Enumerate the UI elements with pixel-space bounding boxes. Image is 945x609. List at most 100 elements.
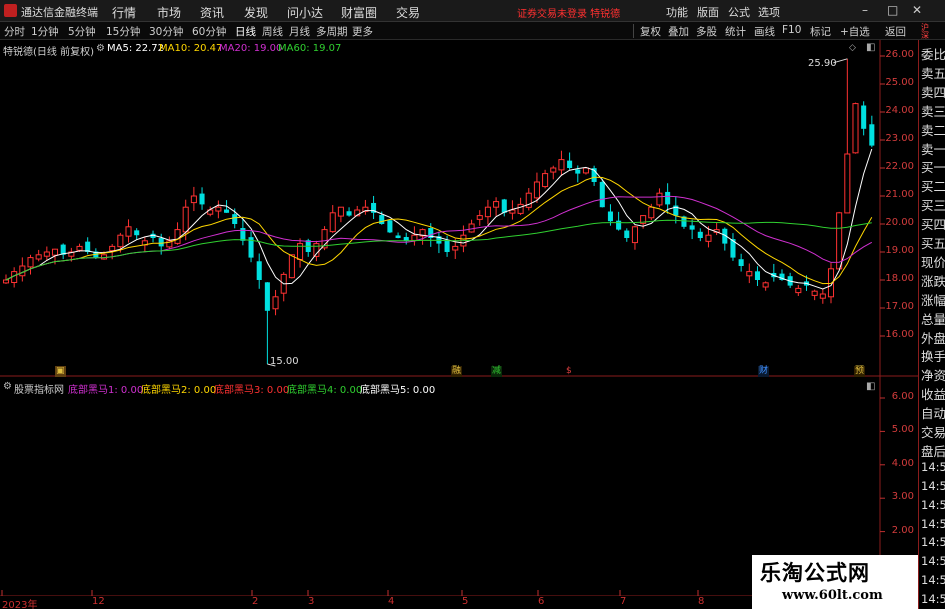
indicator-legend: ⚙ 股票指标网 底部黑马1: 0.00 底部黑马2: 0.00 底部黑马3: 0… [0, 380, 880, 396]
side-panel-item[interactable]: 涨跌 [921, 271, 945, 290]
candle-body [100, 254, 108, 260]
side-panel-item[interactable]: 换手 [921, 346, 945, 365]
candle-body [272, 296, 279, 310]
indicator-tick-label: 6.00 [891, 391, 914, 402]
side-panel-item[interactable]: 卖四 [921, 82, 945, 101]
event-marker-cai[interactable]: 财 [758, 366, 770, 377]
side-panel-item[interactable]: 卖三 [921, 101, 945, 120]
indicator-gear-icon[interactable]: ⚙ [3, 381, 12, 392]
candle-body [174, 229, 181, 244]
candle-body [631, 226, 638, 244]
side-panel-item[interactable]: 自动 [921, 403, 945, 422]
indicator-tick-label: 4.00 [891, 457, 914, 469]
candle-body [224, 209, 230, 213]
candle-body [158, 238, 164, 247]
price-tick-label: 19.00 [885, 245, 914, 256]
candle-body [109, 245, 116, 252]
side-panel-item[interactable]: 14:5 [921, 498, 945, 512]
side-panel-item[interactable]: 14:5 [921, 517, 945, 531]
side-panel-item[interactable]: 涨幅 [921, 290, 945, 309]
date-tick-label: 3 [308, 596, 315, 607]
candle-body [738, 259, 744, 266]
candle-body [648, 206, 655, 219]
candle-body [484, 206, 491, 218]
side-panel-item[interactable]: 卖一 [921, 139, 945, 158]
side-panel-item[interactable]: 买四 [921, 214, 945, 233]
candle-body [811, 290, 818, 296]
high-price-marker: 25.90 [808, 58, 837, 69]
candle-body [624, 230, 630, 238]
candle-body [746, 271, 753, 277]
candle-body [387, 220, 393, 233]
candle-body [762, 282, 769, 288]
indicator-line-5: 底部黑马5: 0.00 [360, 385, 436, 396]
low-price-marker: 15.00 [270, 356, 299, 367]
side-panel-item[interactable]: 14:5 [921, 479, 945, 493]
price-tick-label: 24.00 [885, 105, 914, 116]
candle-body [27, 257, 34, 268]
candle-body [264, 282, 270, 311]
event-marker-dollar[interactable]: $ [565, 366, 573, 377]
candle-body [795, 287, 802, 294]
candle-body [656, 192, 663, 206]
side-panel-item[interactable]: 外盘 [921, 328, 945, 347]
side-panel-item[interactable]: 14:5 [921, 460, 945, 474]
watermark-title: 乐淘公式网 [760, 560, 870, 585]
side-panel-item[interactable]: 卖五 [921, 63, 945, 82]
candle-body [337, 206, 344, 217]
side-panel-item[interactable]: 收益 [921, 384, 945, 403]
candle-body [558, 159, 565, 171]
panel-toggle-icon[interactable]: ◧ [866, 42, 875, 53]
side-panel-item[interactable]: 买三 [921, 195, 945, 214]
candle-body [232, 214, 238, 224]
candle-body [852, 103, 859, 154]
candle-body [125, 226, 132, 237]
candle-body [256, 261, 262, 280]
event-marker[interactable]: ▣ [55, 366, 66, 377]
date-tick-label: 2023年 [2, 600, 38, 609]
candle-body [43, 251, 50, 257]
side-panel-item[interactable]: 盘后 [921, 441, 945, 460]
candle-body [533, 181, 540, 199]
side-panel-item[interactable]: 买五 [921, 233, 945, 252]
candlestick-chart[interactable] [0, 0, 918, 596]
candles-layer [2, 58, 875, 364]
panel-badge: 沪深 [921, 23, 929, 40]
candle-body [395, 235, 401, 238]
side-panel-item[interactable]: 14:5 [921, 535, 945, 549]
ma5-line [5, 148, 873, 290]
candle-body [379, 215, 385, 224]
indicator-tick-label: 5.00 [891, 424, 914, 436]
candle-body [542, 173, 549, 188]
indicator-line-2: 底部黑马2: 0.00 [141, 385, 217, 396]
candle-body [51, 248, 59, 256]
event-marker-rong[interactable]: 融 [451, 366, 463, 377]
candle-body [329, 212, 336, 233]
indicator-line-4: 底部黑马4: 0.00 [287, 385, 363, 396]
side-panel-item[interactable]: 交易 [921, 422, 945, 441]
event-marker-jian[interactable]: 减 [491, 366, 503, 377]
candle-body [665, 191, 671, 205]
event-marker-yu[interactable]: 预 [854, 366, 866, 377]
side-panel-item[interactable]: 总量 [921, 309, 945, 328]
side-panel-item[interactable]: 买一 [921, 157, 945, 176]
candle-body [35, 254, 42, 260]
side-panel-item[interactable]: 14:5 [921, 573, 945, 587]
side-panel-item[interactable]: 买二 [921, 176, 945, 195]
side-panel-item[interactable]: 14:5 [921, 554, 945, 568]
side-panel-item[interactable]: 14:5 [921, 592, 945, 606]
candle-body [616, 220, 622, 230]
candle-body [550, 167, 557, 173]
date-tick-label: 6 [538, 596, 545, 607]
side-panel-item[interactable]: 现价 [921, 252, 945, 271]
side-panel-item[interactable]: 委比 [921, 44, 945, 63]
candle-body [517, 203, 524, 214]
indicator-name[interactable]: 股票指标网 [14, 381, 64, 396]
side-panel-item[interactable]: 卖二 [921, 120, 945, 139]
diamond-icon[interactable]: ◇ [849, 43, 856, 53]
date-tick-label: 12 [92, 596, 105, 607]
candle-body [599, 181, 605, 208]
date-tick-label: 7 [620, 596, 627, 607]
side-panel-item[interactable]: 净资 [921, 365, 945, 384]
candle-body [705, 234, 712, 242]
